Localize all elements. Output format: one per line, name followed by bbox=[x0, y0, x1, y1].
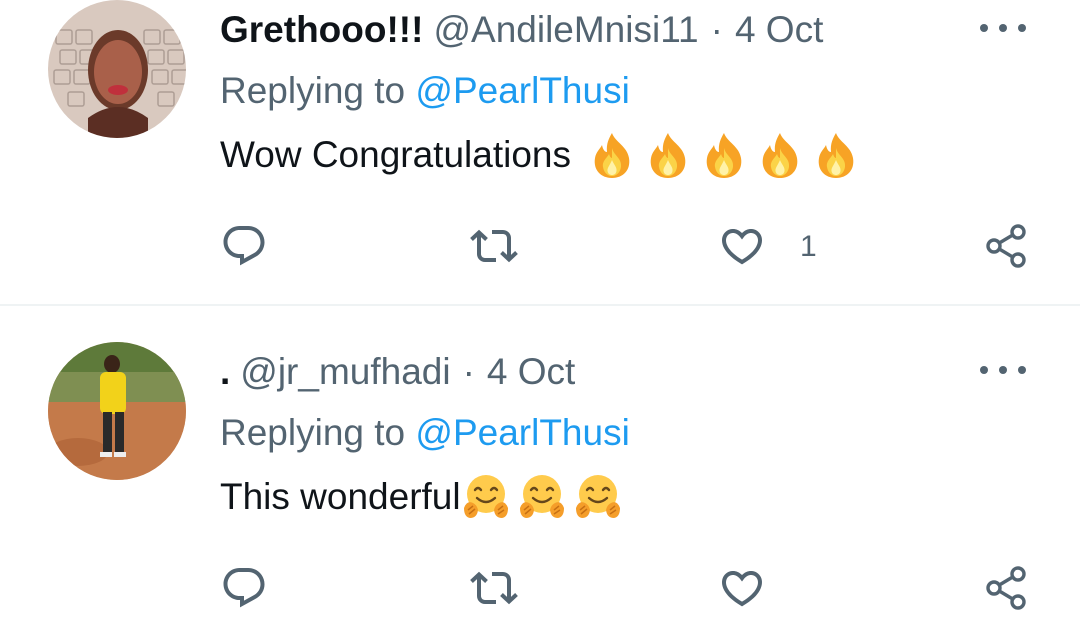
tweet-header: Grethooo!!! @AndileMnisi11 · 4 Oct bbox=[220, 0, 823, 60]
hugging-face-emoji bbox=[517, 472, 567, 522]
user-handle[interactable]: @jr_mufhadi bbox=[240, 351, 450, 393]
reply-icon bbox=[220, 222, 268, 270]
avatar[interactable] bbox=[48, 342, 186, 480]
replying-prefix: Replying to bbox=[220, 412, 416, 453]
like-icon bbox=[718, 564, 766, 612]
fire-emoji bbox=[643, 130, 693, 180]
like-button[interactable] bbox=[718, 564, 766, 612]
tweet-text-content: Wow Congratulations bbox=[220, 134, 582, 175]
retweet-icon bbox=[470, 222, 518, 270]
retweet-button[interactable] bbox=[470, 564, 518, 612]
divider bbox=[0, 304, 1080, 306]
hugging-face-emoji bbox=[573, 472, 623, 522]
reply-button[interactable] bbox=[220, 222, 268, 270]
separator: · bbox=[710, 9, 723, 50]
more-icon[interactable] bbox=[980, 360, 1026, 380]
separator: · bbox=[462, 351, 475, 392]
replying-to: Replying to @PearlThusi bbox=[220, 70, 630, 112]
user-handle[interactable]: @AndileMnisi11 bbox=[433, 9, 698, 51]
hugging-face-emoji bbox=[461, 472, 511, 522]
tweet-actions bbox=[0, 556, 1080, 616]
more-icon[interactable] bbox=[980, 18, 1026, 38]
share-button[interactable] bbox=[982, 564, 1030, 612]
tweet-text: This wonderful bbox=[220, 472, 623, 522]
replying-handle-link[interactable]: @PearlThusi bbox=[415, 412, 629, 453]
replying-to: Replying to @PearlThusi bbox=[220, 412, 630, 454]
display-name[interactable]: . bbox=[220, 351, 230, 393]
tweet[interactable]: Grethooo!!! @AndileMnisi11 · 4 Oct Reply… bbox=[0, 0, 1080, 305]
avatar[interactable] bbox=[48, 0, 186, 138]
reply-button[interactable] bbox=[220, 564, 268, 612]
fire-emoji bbox=[811, 130, 861, 180]
replying-handle-link[interactable]: @PearlThusi bbox=[415, 70, 629, 111]
tweet-actions: 1 bbox=[0, 214, 1080, 274]
tweet-text-content: This wonderful bbox=[220, 476, 461, 517]
timestamp[interactable]: 4 Oct bbox=[735, 9, 823, 51]
retweet-button[interactable] bbox=[470, 222, 518, 270]
fire-emoji bbox=[755, 130, 805, 180]
share-button[interactable] bbox=[982, 222, 1030, 270]
share-icon bbox=[982, 564, 1030, 612]
tweet[interactable]: . @jr_mufhadi · 4 Oct Replying to @Pearl… bbox=[0, 308, 1080, 619]
fire-emoji bbox=[587, 130, 637, 180]
timestamp[interactable]: 4 Oct bbox=[487, 351, 575, 393]
fire-emoji bbox=[699, 130, 749, 180]
retweet-icon bbox=[470, 564, 518, 612]
like-button[interactable] bbox=[718, 222, 766, 270]
replying-prefix: Replying to bbox=[220, 70, 416, 111]
tweet-text: Wow Congratulations bbox=[220, 130, 861, 180]
like-count: 1 bbox=[800, 230, 817, 263]
reply-icon bbox=[220, 564, 268, 612]
share-icon bbox=[982, 222, 1030, 270]
display-name[interactable]: Grethooo!!! bbox=[220, 9, 423, 51]
like-icon bbox=[718, 222, 766, 270]
tweet-header: . @jr_mufhadi · 4 Oct bbox=[220, 342, 575, 402]
